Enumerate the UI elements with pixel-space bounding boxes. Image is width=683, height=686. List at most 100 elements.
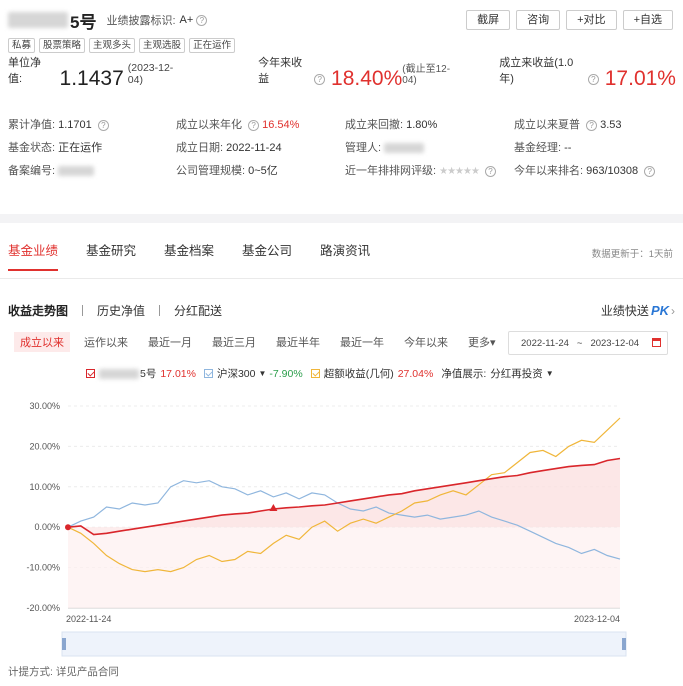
sharpe-label: 成立以来夏普 [514, 119, 580, 131]
inception-value: 2022-11-24 [226, 142, 282, 154]
disclosure-label: 业绩披露标识: [106, 15, 176, 27]
nav-display-label: 净值展示: [441, 368, 487, 380]
range-1m[interactable]: 最近一月 [142, 332, 198, 352]
legend-fund-value: 17.01% [160, 367, 196, 380]
range-3m[interactable]: 最近三月 [206, 332, 262, 352]
tag: 主观多头 [89, 38, 136, 53]
y-axis-labels: 30.00% 20.00% 10.00% 0.00% -10.00% -20.00% [26, 401, 60, 613]
cum-nav-label: 累计净值: [8, 119, 56, 131]
rating: 近一年排排网评级: ★★★★★ ? [345, 162, 497, 178]
tag-list: 私募 股票策略 主观多头 主观选股 正在运作 [8, 38, 236, 53]
help-icon[interactable]: ? [485, 165, 497, 177]
ytd-note: (截止至12-04) [402, 64, 451, 86]
legend-index-name: 沪深300 [216, 368, 256, 380]
update-time: 数据更新于：1天前 [591, 249, 673, 260]
range-ytd[interactable]: 今年以来 [398, 332, 454, 352]
fund-area-below [68, 527, 620, 608]
fund-area [68, 458, 620, 535]
fund-title-row: 5号 业绩披露标识: A+ ? [8, 8, 208, 32]
chevron-right-icon: › [671, 303, 675, 318]
sub-tabs: 收益走势图 历史净值 分红配送 [8, 302, 222, 319]
fee-method: 计提方式: 详见产品合同 [8, 664, 119, 679]
legend-fund[interactable]: 5号 17.01% [86, 366, 196, 381]
y-tick-label: 10.00% [29, 482, 60, 492]
range-selector: 成立以来 运作以来 最近一月 最近三月 最近半年 最近一年 今年以来 更多▾ [14, 332, 508, 352]
tab-research[interactable]: 基金研究 [86, 240, 136, 271]
max-drawdown: 成立来回撤: 1.80% [345, 116, 437, 132]
management-scale: 公司管理规模: 0~5亿 [176, 162, 278, 178]
drawdown-label: 成立来回撤: [345, 119, 404, 131]
slider-handle-right [622, 638, 626, 650]
record-number: 备案编号: [8, 162, 95, 178]
y-tick-label: 20.00% [29, 441, 60, 451]
consult-button[interactable]: 咨询 [516, 10, 561, 30]
range-more[interactable]: 更多▾ [462, 332, 502, 352]
rating-stars-icon: ★★★★★ [439, 166, 480, 177]
calendar-icon[interactable] [652, 338, 661, 347]
scale-value: 0~5亿 [248, 165, 278, 177]
tab-roadshow[interactable]: 路演资讯 [320, 240, 370, 271]
section-divider [0, 214, 683, 223]
date-start: 2022-11-24 [521, 337, 569, 349]
separator [82, 305, 84, 316]
unit-nav-label: 单位净值: [8, 57, 41, 85]
nav-summary: 单位净值: 1.1437 (2023-12-04) 今年来收益 ? 18.40%… [8, 57, 676, 90]
top-buttons: 截屏 咨询 +对比 +自选 [466, 10, 673, 30]
range-since-operation[interactable]: 运作以来 [78, 332, 134, 352]
scale-label: 公司管理规模: [176, 165, 246, 177]
return-chart[interactable]: 30.00% 20.00% 10.00% 0.00% -10.00% -20.00% 20… [0, 390, 683, 660]
checkbox-icon[interactable] [203, 369, 213, 378]
sharpe-value: 3.53 [600, 119, 622, 131]
since-value: 17.01% [604, 67, 676, 90]
range-1y[interactable]: 最近一年 [334, 332, 390, 352]
watchlist-button[interactable]: +自选 [622, 10, 673, 30]
help-icon[interactable]: ? [644, 165, 656, 177]
help-icon[interactable]: ? [248, 119, 260, 131]
subtab-dividend[interactable]: 分红配送 [174, 302, 222, 319]
separator [159, 305, 161, 316]
main-tabs: 基金业绩 基金研究 基金档案 基金公司 路演资讯 [8, 240, 398, 271]
compare-button[interactable]: +对比 [566, 10, 617, 30]
nav-display-selector[interactable]: 净值展示: 分红再投资 ▼ [441, 366, 553, 381]
tab-performance[interactable]: 基金业绩 [8, 240, 59, 271]
legend-index[interactable]: 沪深300 ▼ -7.90% [203, 366, 303, 381]
sharpe: 成立以来夏普 ? 3.53 [514, 116, 622, 132]
subtab-return-chart[interactable]: 收益走势图 [8, 302, 68, 319]
checkbox-icon[interactable] [310, 369, 320, 378]
triangle-marker-icon [269, 504, 278, 512]
checkbox-icon[interactable] [86, 369, 95, 378]
rank-value: 963/10308 [586, 165, 639, 177]
tab-company[interactable]: 基金公司 [242, 240, 292, 271]
manager: 管理人: [345, 139, 425, 155]
help-icon[interactable]: ? [588, 74, 599, 85]
fee-label: 计提方式: [8, 666, 53, 678]
range-6m[interactable]: 最近半年 [270, 332, 326, 352]
date-tilde: ~ [576, 337, 583, 349]
annualized: 成立以来年化 ? 16.54% [176, 116, 299, 132]
record-label: 备案编号: [8, 165, 56, 177]
subtab-history-nav[interactable]: 历史净值 [97, 302, 145, 319]
drawdown-value: 1.80% [406, 119, 438, 131]
legend-excess[interactable]: 超额收益(几何) 27.04% [310, 366, 434, 381]
start-point [65, 524, 71, 531]
date-range-picker[interactable]: 2022-11-24 ~ 2023-12-04 [508, 331, 668, 355]
status-value: 正在运作 [58, 142, 103, 154]
range-since-inception[interactable]: 成立以来 [14, 332, 70, 352]
tab-profile[interactable]: 基金档案 [164, 240, 214, 271]
y-tick-label: 0.00% [34, 522, 60, 532]
help-icon[interactable]: ? [97, 119, 109, 131]
help-icon[interactable]: ? [196, 14, 208, 26]
help-icon[interactable]: ? [314, 74, 326, 85]
legend-excess-value: 27.04% [397, 367, 434, 380]
unit-nav-value: 1.1437 [59, 67, 124, 90]
legend-fund-name: 5号 [140, 368, 157, 380]
screenshot-button[interactable]: 截屏 [466, 10, 511, 30]
annualized-label: 成立以来年化 [176, 119, 242, 131]
nav-display-value: 分红再投资 [490, 368, 543, 380]
caret-down-icon[interactable]: ▼ [259, 369, 267, 378]
help-icon[interactable]: ? [586, 119, 598, 131]
pk-link[interactable]: 业绩快送 PK › [601, 302, 675, 319]
fund-manager-value: -- [564, 142, 572, 154]
disclosure-value: A+ [179, 14, 194, 26]
redacted-fund-name [99, 368, 139, 379]
